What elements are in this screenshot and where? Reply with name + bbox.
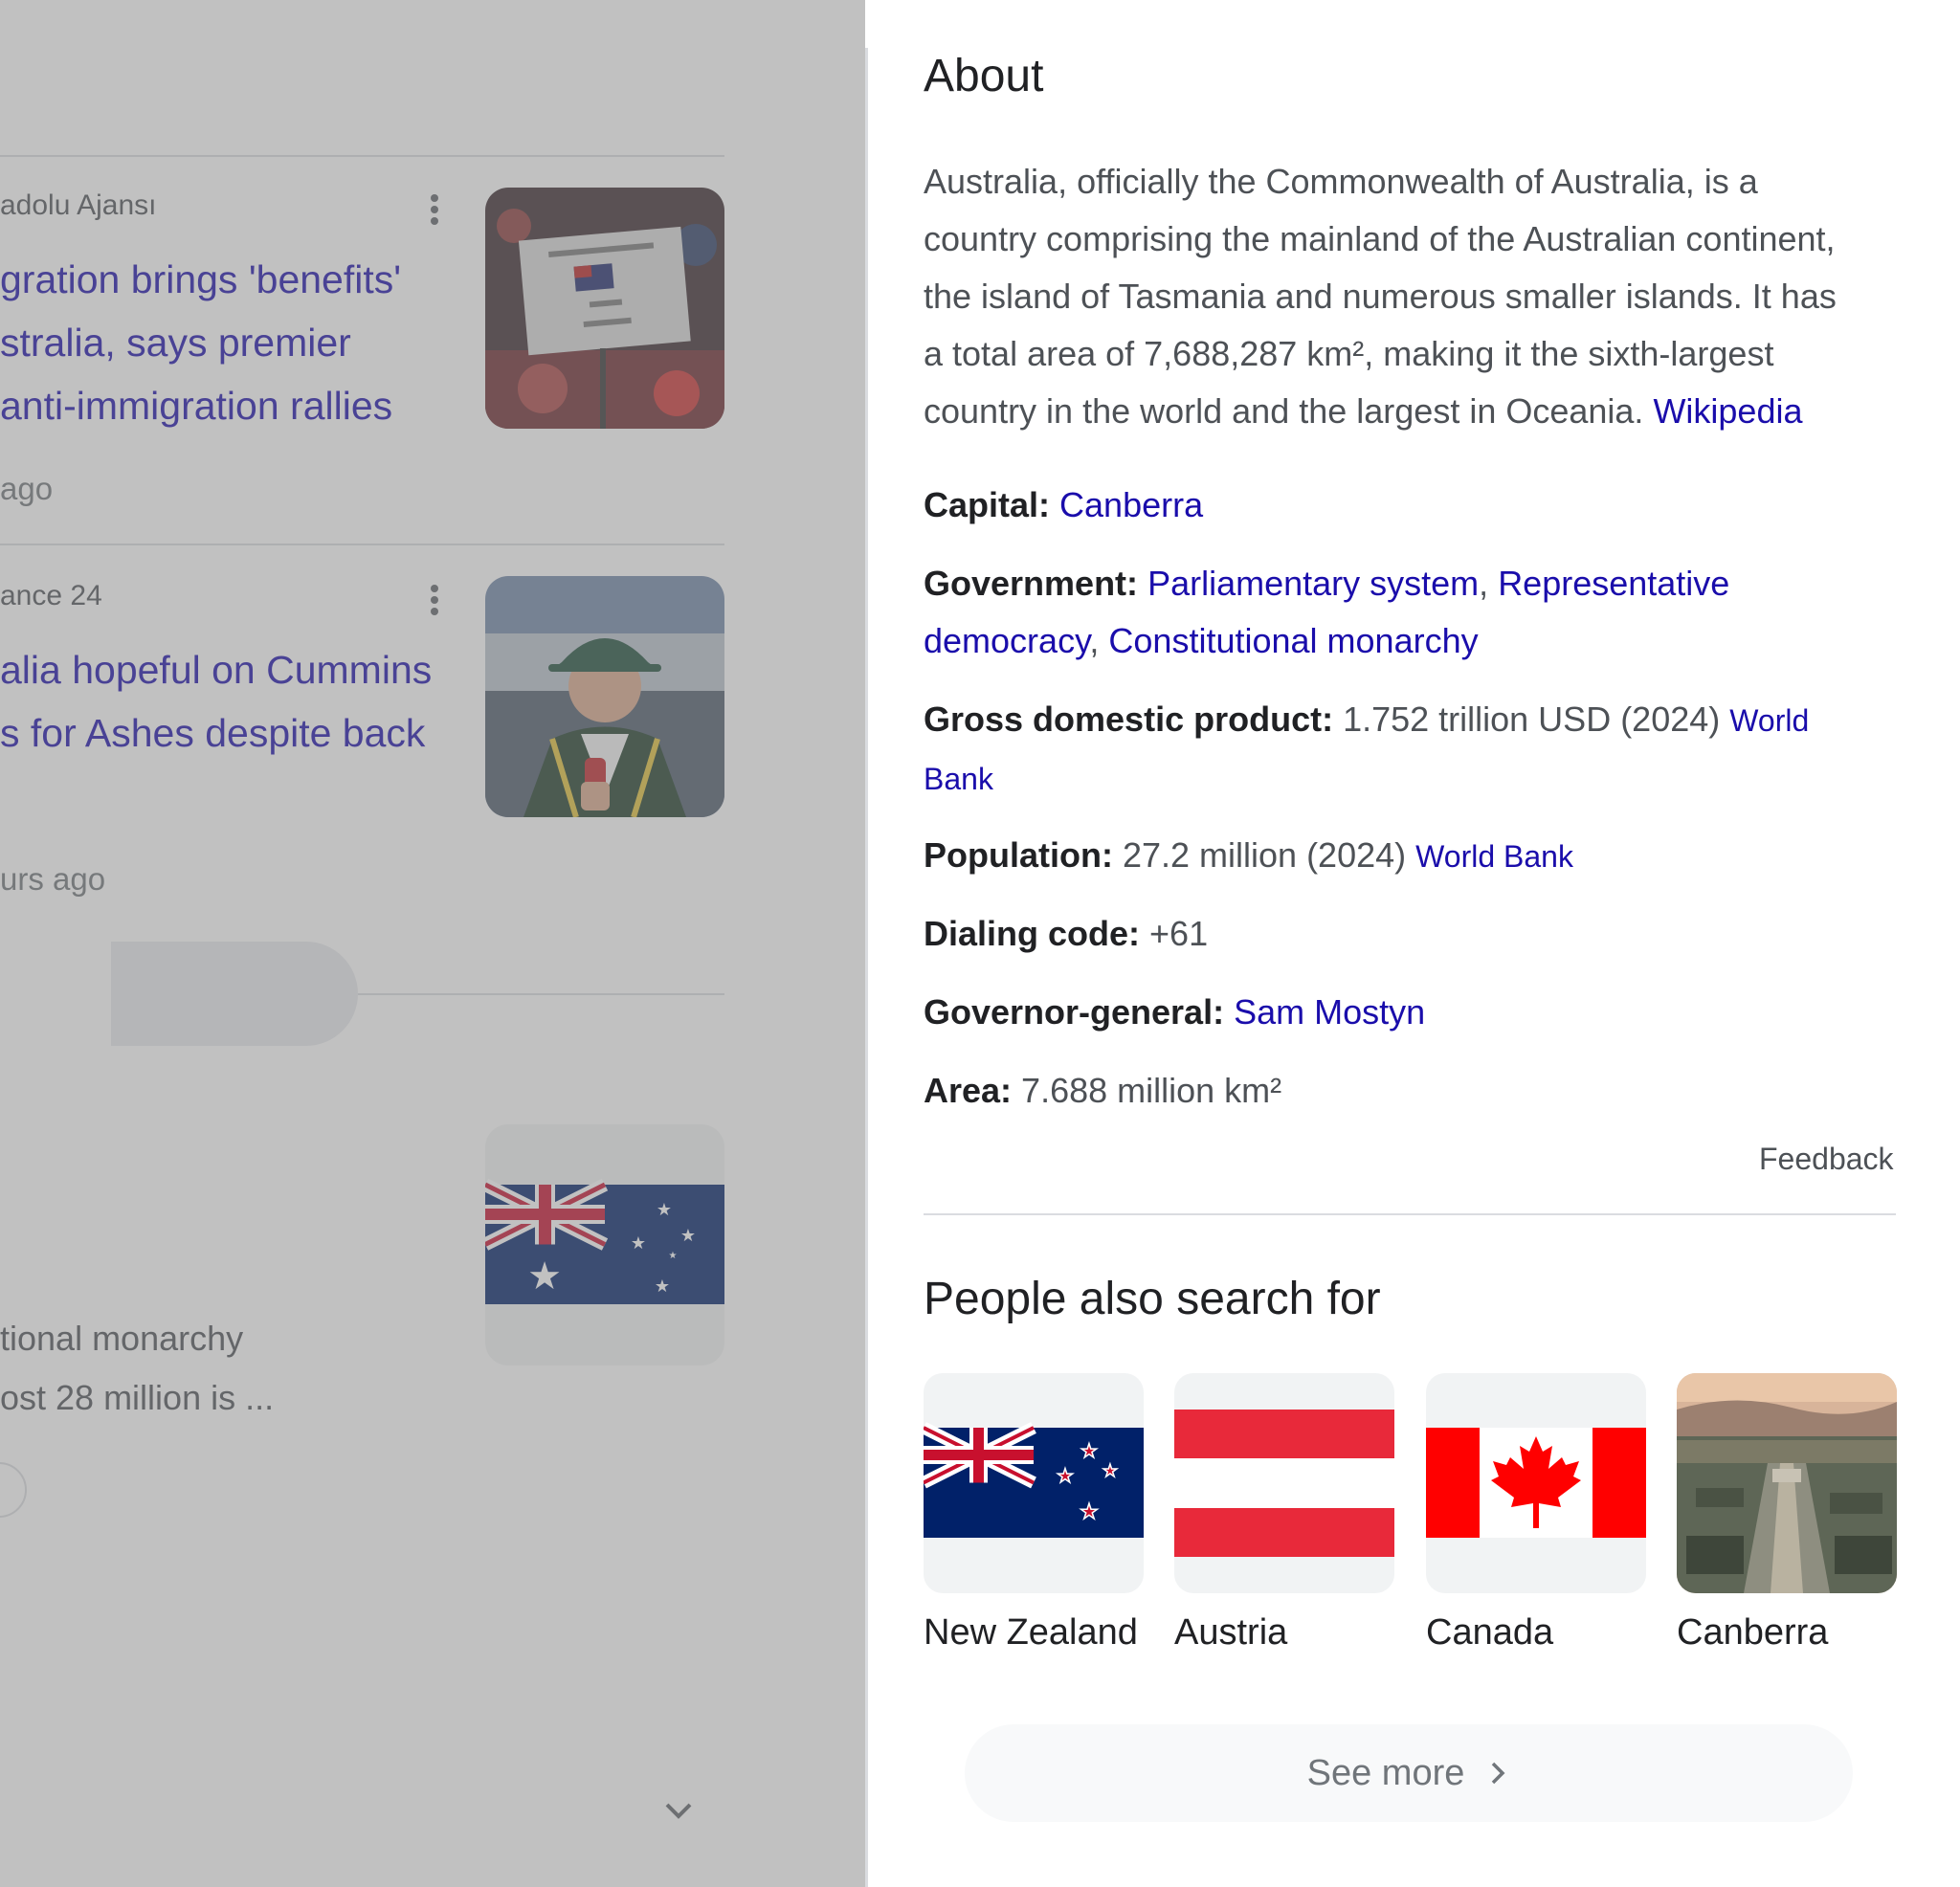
fact-dialing-code: Dialing code: +61 bbox=[924, 905, 1900, 963]
austria-flag-icon bbox=[1174, 1410, 1394, 1557]
description-line: the island of Tasmania and numerous smal… bbox=[924, 277, 1837, 316]
pasf-item-canada[interactable]: Canada bbox=[1426, 1373, 1646, 1654]
world-bank-link[interactable]: World Bank bbox=[1415, 839, 1573, 874]
fact-label: Government: bbox=[924, 564, 1139, 603]
pasf-thumbnail bbox=[1426, 1373, 1646, 1593]
fact-label: Area: bbox=[924, 1071, 1013, 1110]
see-more-label: See more bbox=[1306, 1752, 1465, 1793]
fact-label: Dialing code: bbox=[924, 914, 1141, 953]
pasf-thumbnail bbox=[1174, 1373, 1394, 1593]
description-line: country in the world and the largest in … bbox=[924, 383, 1900, 440]
constitutional-monarchy-link[interactable]: Constitutional monarchy bbox=[1108, 621, 1478, 660]
world-bank-link[interactable]: Bank bbox=[924, 762, 993, 796]
world-bank-link[interactable]: World bbox=[1729, 703, 1809, 738]
capital-link[interactable]: Canberra bbox=[1059, 485, 1203, 524]
fact-population: Population: 27.2 million (2024) World Ba… bbox=[924, 827, 1900, 885]
description-text: country in the world and the largest in … bbox=[924, 391, 1654, 431]
fact-government: Government: Parliamentary system, Repres… bbox=[924, 555, 1900, 670]
pasf-item-austria[interactable]: Austria bbox=[1174, 1373, 1394, 1654]
people-also-search-heading: People also search for bbox=[924, 1274, 1381, 1324]
gdp-value: 1.752 trillion USD (2024) bbox=[1333, 699, 1730, 739]
description-line: country comprising the mainland of the A… bbox=[924, 219, 1836, 258]
representative-democracy-link[interactable]: Representative bbox=[1498, 564, 1729, 603]
pasf-item-canberra[interactable]: Canberra bbox=[1677, 1373, 1897, 1654]
separator: , bbox=[1089, 621, 1109, 660]
canberra-photo-icon bbox=[1677, 1373, 1897, 1593]
panel-divider bbox=[865, 48, 868, 1887]
separator: , bbox=[1479, 564, 1499, 603]
fact-area: Area: 7.688 million km² bbox=[924, 1062, 1900, 1120]
fact-label: Governor-general: bbox=[924, 992, 1225, 1032]
pasf-label: New Zealand bbox=[924, 1612, 1138, 1653]
fact-capital: Capital: Canberra bbox=[924, 477, 1900, 534]
modal-scrim[interactable] bbox=[0, 0, 865, 1887]
svg-text:★: ★ bbox=[1057, 1464, 1074, 1487]
population-value: 27.2 million (2024) bbox=[1112, 835, 1416, 875]
description-line: a total area of 7,688,287 km², making it… bbox=[924, 334, 1774, 373]
parliamentary-system-link[interactable]: Parliamentary system bbox=[1147, 564, 1479, 603]
fact-governor-general: Governor-general: Sam Mostyn bbox=[924, 984, 1900, 1041]
chevron-right-icon bbox=[1492, 1762, 1505, 1785]
about-heading: About bbox=[924, 51, 1044, 101]
pasf-thumbnail bbox=[1677, 1373, 1897, 1593]
about-description: Australia, officially the Commonwealth o… bbox=[924, 153, 1900, 440]
representative-democracy-link[interactable]: democracy bbox=[924, 621, 1089, 660]
wikipedia-link[interactable]: Wikipedia bbox=[1653, 391, 1802, 431]
svg-text:★: ★ bbox=[1080, 1500, 1099, 1524]
svg-text:★: ★ bbox=[1102, 1461, 1118, 1481]
new-zealand-flag-icon: ★ ★ ★ ★ bbox=[924, 1422, 1144, 1538]
section-divider bbox=[924, 1213, 1896, 1215]
pasf-label: Canada bbox=[1426, 1612, 1554, 1653]
area-value: 7.688 million km² bbox=[1012, 1071, 1282, 1110]
description-line: Australia, officially the Commonwealth o… bbox=[924, 162, 1758, 201]
feedback-link[interactable]: Feedback bbox=[1759, 1142, 1894, 1177]
pasf-label: Austria bbox=[1174, 1612, 1288, 1653]
pasf-item-new-zealand[interactable]: ★ ★ ★ ★ New Zealand bbox=[924, 1373, 1144, 1654]
fact-gdp: Gross domestic product: 1.752 trillion U… bbox=[924, 691, 1900, 808]
canada-flag-icon bbox=[1426, 1428, 1646, 1538]
governor-general-link[interactable]: Sam Mostyn bbox=[1234, 992, 1425, 1032]
pasf-label: Canberra bbox=[1677, 1612, 1829, 1653]
fact-label: Population: bbox=[924, 835, 1113, 875]
dialing-code-value: +61 bbox=[1140, 914, 1209, 953]
svg-text:★: ★ bbox=[1080, 1439, 1098, 1462]
fact-label: Gross domestic product: bbox=[924, 699, 1334, 739]
fact-label: Capital: bbox=[924, 485, 1051, 524]
pasf-thumbnail: ★ ★ ★ ★ bbox=[924, 1373, 1144, 1593]
see-more-button[interactable]: See more bbox=[965, 1724, 1853, 1822]
